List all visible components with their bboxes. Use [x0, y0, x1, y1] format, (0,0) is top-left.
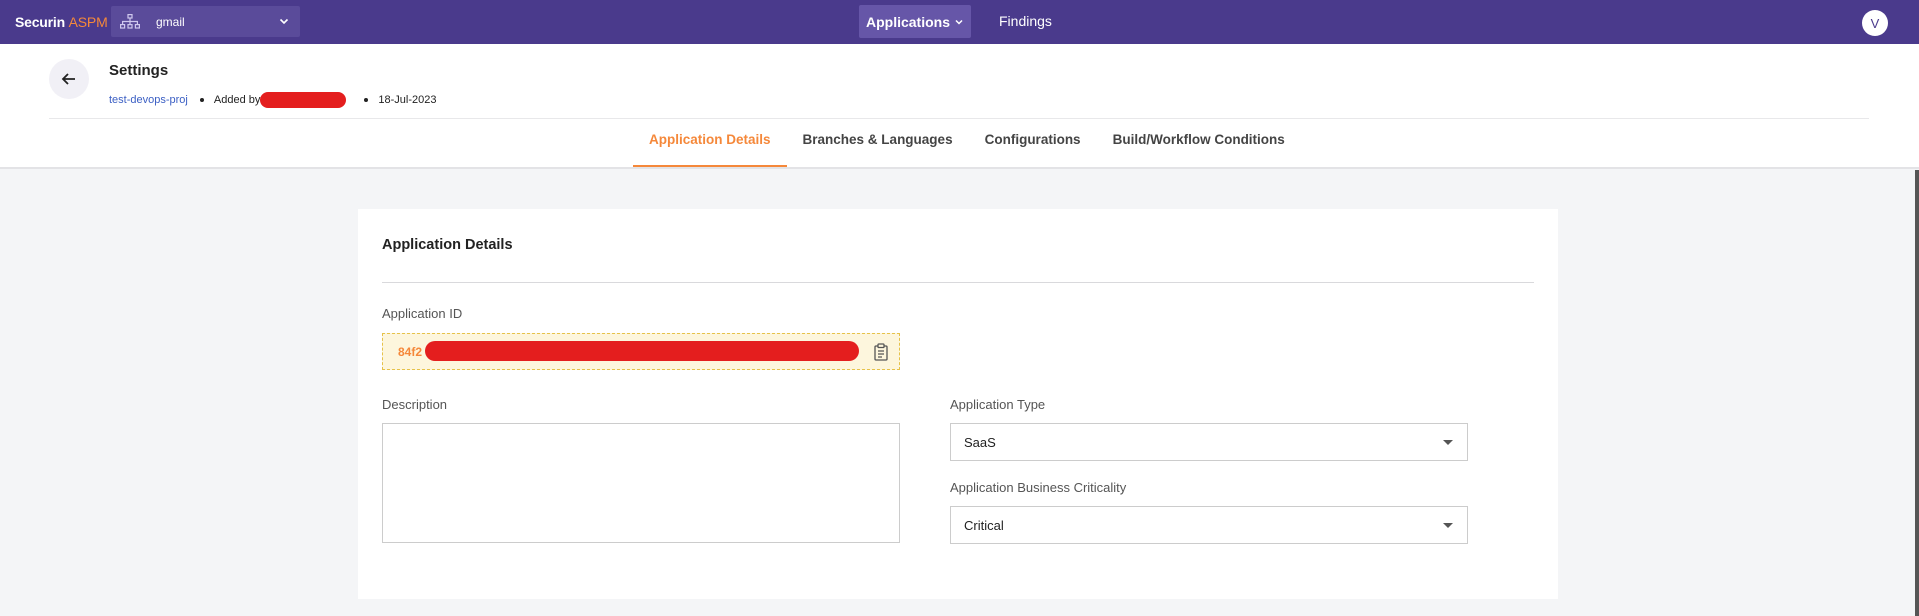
- org-selector[interactable]: gmail: [111, 6, 300, 37]
- card-title: Application Details: [382, 237, 513, 253]
- tab-application-details[interactable]: Application Details: [633, 124, 787, 167]
- settings-tabs: Application Details Branches & Languages…: [633, 124, 1301, 167]
- criticality-select[interactable]: Critical: [950, 506, 1468, 544]
- clipboard-icon[interactable]: [873, 343, 889, 361]
- chevron-down-icon: [955, 19, 963, 25]
- redacted-app-id: [425, 341, 859, 361]
- user-avatar[interactable]: V: [1862, 10, 1888, 36]
- page-meta: test-devops-proj Added by 18-Jul-2023: [109, 92, 436, 108]
- brand-accent: ASPM: [68, 14, 108, 30]
- criticality-label: Application Business Criticality: [950, 480, 1127, 495]
- chevron-down-icon: [279, 18, 289, 25]
- page-title: Settings: [109, 62, 169, 79]
- app-id-value: 84f2: [398, 345, 423, 359]
- application-details-card: Application Details Application ID 84f2 …: [358, 209, 1558, 599]
- app-type-value: SaaS: [964, 435, 996, 450]
- added-date: 18-Jul-2023: [378, 94, 437, 106]
- nav-applications-label: Applications: [865, 13, 950, 30]
- scrollbar[interactable]: [1915, 170, 1919, 616]
- tab-configurations[interactable]: Configurations: [969, 124, 1097, 167]
- redacted-user: [260, 92, 347, 108]
- caret-down-icon: [1443, 440, 1453, 445]
- org-name: gmail: [156, 15, 185, 29]
- description-label: Description: [382, 397, 448, 412]
- app-id-field: 84f2: [382, 333, 900, 370]
- separator-dot: [364, 98, 369, 102]
- org-tree-icon: [120, 14, 140, 29]
- app-type-label: Application Type: [950, 397, 1046, 412]
- brand-logo[interactable]: Securin ASPM: [15, 14, 108, 30]
- arrow-left-icon: [61, 73, 75, 85]
- brand-name: Securin: [15, 14, 65, 30]
- separator-dot: [199, 98, 204, 102]
- project-link[interactable]: test-devops-proj: [109, 94, 188, 106]
- page-header: Settings test-devops-proj Added by 18-Ju…: [0, 44, 1919, 169]
- back-button[interactable]: [49, 59, 89, 99]
- nav-findings[interactable]: Findings: [999, 13, 1052, 29]
- app-type-select[interactable]: SaaS: [950, 423, 1468, 461]
- header-divider: [49, 118, 1869, 119]
- caret-down-icon: [1443, 523, 1453, 528]
- added-by-label: Added by: [213, 94, 261, 106]
- tab-branches-languages[interactable]: Branches & Languages: [787, 124, 969, 167]
- card-divider: [382, 282, 1534, 283]
- criticality-value: Critical: [964, 518, 1004, 533]
- app-id-label: Application ID: [382, 306, 463, 321]
- top-navbar: Securin ASPM gmail Applications Findings…: [0, 0, 1919, 44]
- description-textarea[interactable]: [382, 423, 900, 543]
- nav-applications[interactable]: Applications: [859, 5, 971, 38]
- tab-build-workflow-conditions[interactable]: Build/Workflow Conditions: [1097, 124, 1301, 167]
